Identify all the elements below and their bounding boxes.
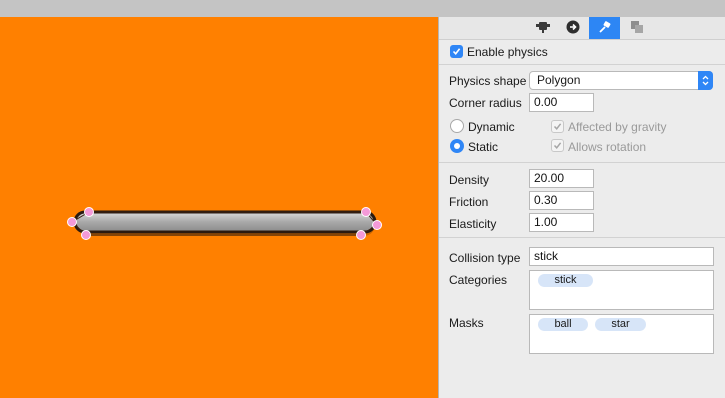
scene-canvas[interactable] [0,17,438,398]
categories-label: Categories [449,273,508,287]
collision-type-label: Collision type [449,251,521,265]
density-field[interactable]: 20.00 [529,169,594,188]
enable-physics-label: Enable physics [467,45,548,59]
inspector-tab-bar [439,17,725,40]
layers-tab[interactable] [621,17,652,39]
inspector-panel: Enable physics Physics shape Polygon Cor… [438,17,725,398]
dynamic-label: Dynamic [468,120,515,134]
physics-shape-label: Physics shape [449,74,527,88]
divider [439,64,725,65]
dynamic-radio[interactable] [450,119,464,133]
polygon-vertex-handle[interactable] [67,217,77,227]
physics-shape-value: Polygon [537,73,581,87]
divider [439,162,725,163]
friction-label: Friction [449,195,489,209]
window-title-bar [0,0,725,17]
masks-token-field[interactable]: ball star [529,314,714,354]
allows-rotation-checkbox[interactable] [551,139,564,152]
physics-body-icon [535,21,551,36]
arrow-right-circle-icon [566,20,580,37]
affected-by-gravity-checkbox[interactable] [551,120,564,133]
chevron-up-down-icon [698,71,713,90]
masks-label: Masks [449,316,484,330]
polygon-vertex-handle[interactable] [361,207,371,217]
polygon-vertex-handle[interactable] [372,220,382,230]
categories-token-field[interactable]: stick [529,270,714,310]
checkmark-icon [553,123,562,130]
allows-rotation-label: Allows rotation [568,140,647,154]
polygon-vertex-handle[interactable] [356,230,366,240]
physics-pin-icon [598,20,612,37]
mask-token[interactable]: ball [538,318,588,331]
stick-sprite [73,210,377,234]
checkmark-icon [452,48,461,56]
stick-sprite-layer [67,207,382,240]
next-arrow-tab[interactable] [557,17,588,39]
collision-type-field[interactable]: stick [529,247,714,266]
static-label: Static [468,140,499,154]
corner-radius-label: Corner radius [449,96,522,110]
elasticity-label: Elasticity [449,217,497,231]
layers-icon [630,20,644,37]
category-token[interactable]: stick [538,274,593,287]
divider [439,237,725,238]
physics-body-tab[interactable] [527,17,558,39]
static-radio[interactable] [450,139,464,153]
physics-shape-select[interactable]: Polygon [529,71,713,90]
affected-by-gravity-label: Affected by gravity [568,120,667,134]
elasticity-field[interactable]: 1.00 [529,213,594,232]
enable-physics-checkbox[interactable] [450,45,463,58]
physics-tab[interactable] [589,17,620,39]
friction-field[interactable]: 0.30 [529,191,594,210]
polygon-vertex-handle[interactable] [81,230,91,240]
checkmark-icon [553,142,562,149]
polygon-vertex-handle[interactable] [84,207,94,217]
mask-token[interactable]: star [595,318,646,331]
density-label: Density [449,173,490,187]
corner-radius-field[interactable]: 0.00 [529,93,594,112]
